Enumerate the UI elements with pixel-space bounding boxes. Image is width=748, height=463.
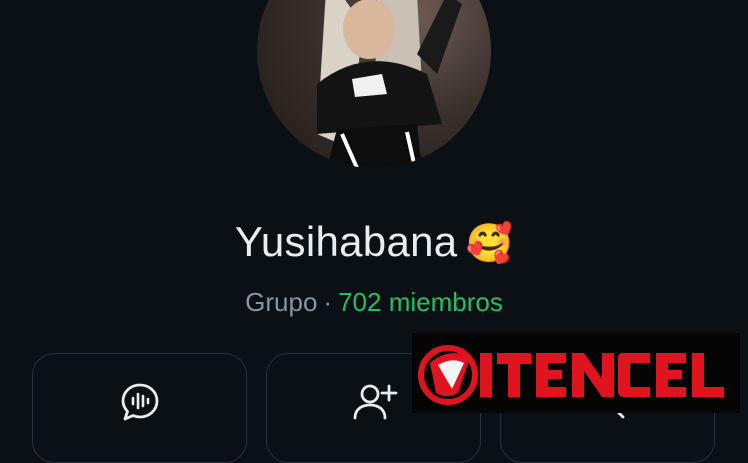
voice-chat-button[interactable] [32, 353, 247, 463]
group-title: Yusihabana 🥰 [0, 214, 748, 271]
itencel-watermark-logo [412, 333, 740, 413]
add-member-icon [350, 380, 398, 429]
group-avatar[interactable] [257, 0, 491, 168]
itencel-logo-image [418, 345, 724, 405]
group-subtitle: Grupo · 702 miembros [0, 284, 748, 320]
avatar-image [317, 0, 462, 168]
smiling-face-with-hearts-emoji: 🥰 [465, 221, 514, 265]
voice-chat-icon [118, 380, 162, 429]
members-count-link[interactable]: 702 miembros [338, 287, 503, 317]
group-name: Yusihabana [234, 218, 458, 265]
group-type-label: Grupo [245, 287, 318, 317]
separator-dot: · [323, 287, 333, 317]
